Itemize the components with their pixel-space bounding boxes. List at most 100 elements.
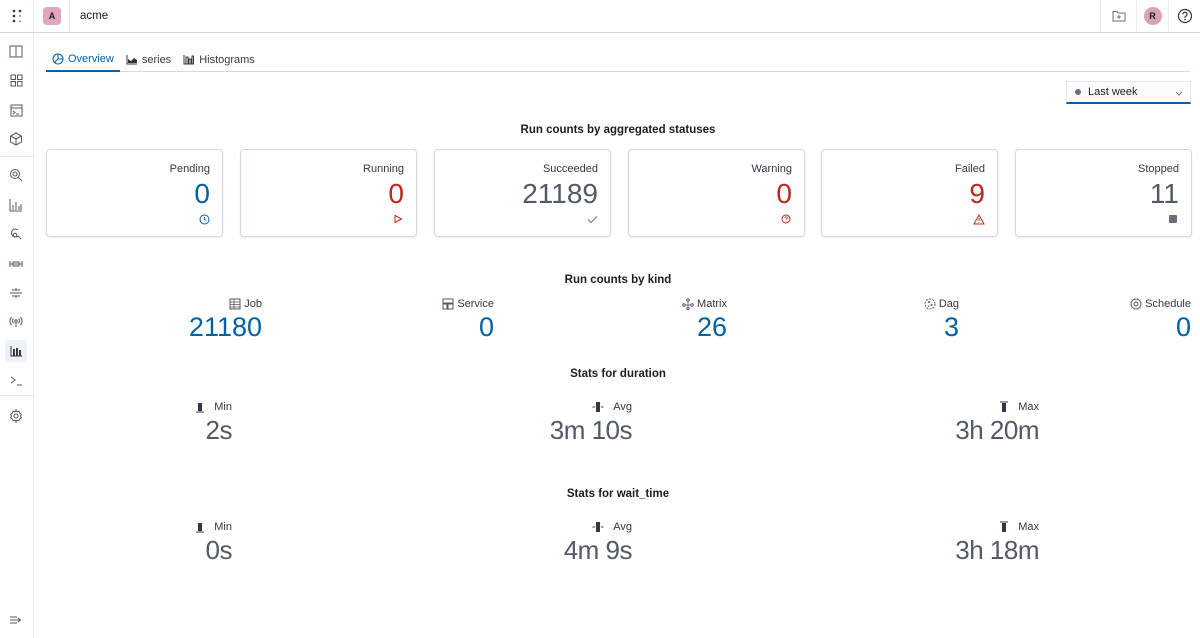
status-card-label: Warning	[751, 163, 792, 175]
kind-section-title: Run counts by kind	[564, 274, 672, 286]
sidebar-item-analytics[interactable]	[5, 194, 27, 216]
sidebar	[0, 33, 34, 638]
service-icon	[442, 298, 454, 310]
tab-bar: Overview series Histograms	[46, 48, 1190, 72]
avg-bar-icon	[592, 401, 609, 413]
stat-value: 2s	[205, 415, 233, 445]
stop-square-icon	[1167, 213, 1179, 225]
status-card-stopped[interactable]: Stopped 11	[1015, 149, 1192, 237]
stat-label: Max	[1018, 401, 1039, 413]
status-card-running[interactable]: Running 0	[240, 149, 417, 237]
histogram-icon	[10, 346, 22, 357]
sidebar-item-queues[interactable]	[5, 282, 27, 304]
package-icon	[10, 132, 22, 146]
status-card-label: Running	[363, 163, 404, 175]
matrix-icon	[682, 298, 694, 310]
sidebar-item-connections[interactable]	[5, 253, 27, 275]
tab-label: Histograms	[199, 53, 255, 66]
tab-label: series	[141, 53, 172, 66]
gear-icon	[9, 409, 23, 423]
tab-histograms[interactable]: Histograms	[177, 48, 261, 71]
status-card-value: 0	[776, 178, 792, 209]
tab-series[interactable]: series	[120, 48, 177, 71]
sidebar-item-streams[interactable]	[5, 311, 27, 333]
apps-menu-button[interactable]	[0, 0, 34, 32]
max-bar-icon	[999, 521, 1014, 533]
table-icon	[229, 298, 241, 310]
status-card-label: Stopped	[1138, 163, 1179, 175]
question-circle-icon	[780, 213, 792, 225]
wait-section-title: Stats for wait_time	[566, 488, 670, 500]
stat-max: Max 3h 20m	[955, 401, 1039, 445]
stat-label: Min	[214, 521, 232, 533]
stat-avg: Avg 3m 10s	[550, 401, 633, 445]
status-dot-icon	[1075, 89, 1081, 95]
bar-chart-icon	[9, 199, 22, 212]
stat-value: 3h 18m	[955, 535, 1039, 565]
kind-value: 3	[943, 312, 959, 342]
status-card-succeeded[interactable]: Succeeded 21189	[434, 149, 611, 237]
kind-dag: Dag 3	[924, 298, 959, 342]
sidebar-item-agents[interactable]	[5, 223, 27, 245]
divider	[0, 395, 34, 396]
stat-min: Min 2s	[195, 401, 232, 445]
stat-label: Avg	[613, 401, 632, 413]
divider	[0, 156, 34, 157]
kind-label: Matrix	[697, 298, 727, 310]
sidebar-item-search[interactable]	[5, 164, 27, 186]
kind-schedule: Schedule 0	[1130, 298, 1191, 342]
sidebar-item-dashboards[interactable]	[5, 69, 27, 91]
queue-icon	[10, 288, 22, 298]
histogram-icon	[183, 55, 195, 65]
status-card-value: 11	[1149, 178, 1179, 209]
sidebar-item-runs[interactable]	[5, 99, 27, 121]
kind-matrix: Matrix 26	[682, 298, 727, 342]
user-avatar: R	[1143, 7, 1162, 25]
sidebar-item-cli[interactable]	[5, 370, 27, 392]
status-card-warning[interactable]: Warning 0	[628, 149, 805, 237]
date-range-value: Last week	[1088, 86, 1138, 98]
date-range-select[interactable]: Last week	[1066, 81, 1191, 104]
duration-section-title: Stats for duration	[570, 368, 666, 380]
tab-label: Overview	[68, 53, 114, 65]
stat-avg: Avg 4m 9s	[563, 521, 633, 565]
kind-value: 21180	[188, 312, 262, 342]
link-icon	[10, 228, 22, 240]
sidebar-item-settings[interactable]	[5, 405, 27, 427]
columns-icon	[9, 45, 23, 57]
org-name[interactable]: acme	[80, 10, 108, 22]
help-button[interactable]	[1168, 0, 1200, 32]
stat-label: Max	[1018, 521, 1039, 533]
stat-value: 4m 9s	[563, 535, 633, 565]
org-avatar[interactable]: A	[43, 7, 61, 25]
expand-sidebar-button[interactable]	[5, 609, 27, 631]
stat-label: Avg	[613, 521, 632, 533]
schedule-icon	[1130, 298, 1142, 310]
kind-label: Job	[244, 298, 262, 310]
clock-icon	[198, 213, 210, 225]
user-menu-button[interactable]: R	[1136, 0, 1168, 32]
search-icon	[10, 169, 23, 182]
check-icon	[586, 213, 598, 225]
stat-max: Max 3h 18m	[955, 521, 1039, 565]
avg-bar-icon	[592, 521, 609, 533]
sidebar-item-projects[interactable]	[5, 40, 27, 62]
help-icon	[1177, 8, 1192, 24]
stat-min: Min 0s	[195, 521, 232, 565]
status-card-pending[interactable]: Pending 0	[46, 149, 223, 237]
kind-value: 26	[696, 312, 727, 342]
new-folder-button[interactable]	[1100, 0, 1136, 32]
status-card-label: Failed	[955, 163, 985, 175]
top-bar: A acme R	[0, 0, 1200, 33]
area-chart-icon	[126, 55, 137, 65]
kind-value: 0	[1175, 312, 1191, 342]
sidebar-item-stats[interactable]	[5, 340, 27, 362]
tab-overview[interactable]: Overview	[46, 48, 120, 72]
status-card-failed[interactable]: Failed 9	[821, 149, 998, 237]
sidebar-item-components[interactable]	[5, 128, 27, 150]
warning-triangle-icon	[973, 213, 985, 225]
min-bar-icon	[195, 521, 210, 533]
status-card-value: 0	[388, 178, 404, 209]
kind-job: Job 21180	[189, 298, 262, 342]
status-card-label: Pending	[169, 163, 210, 175]
